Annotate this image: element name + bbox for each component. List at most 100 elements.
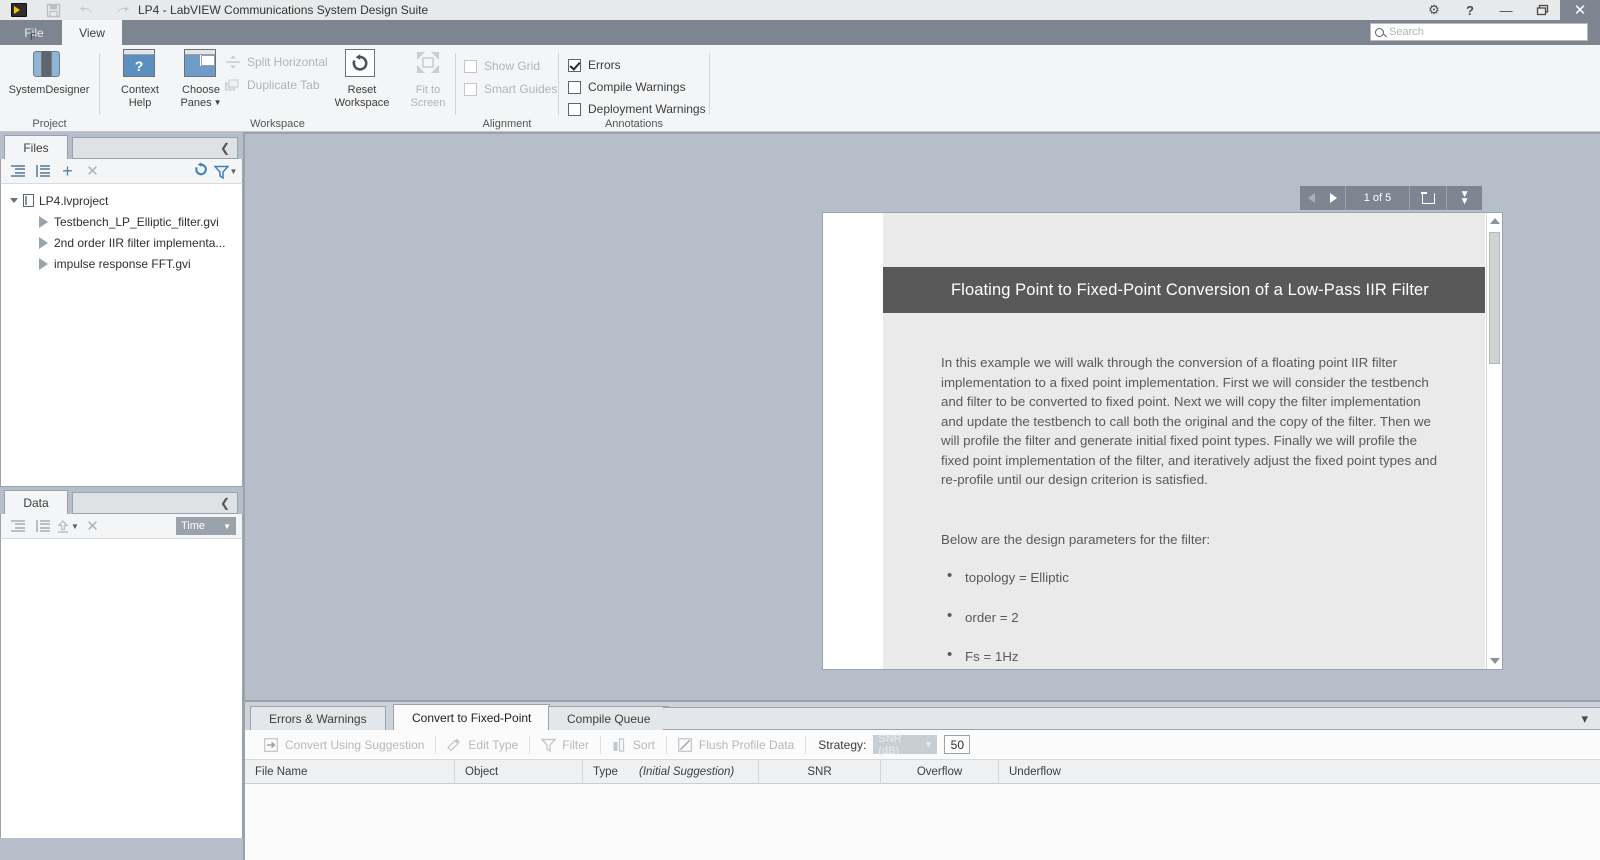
duplicate-tab-icon [225,78,241,92]
expand-triangle-icon[interactable] [5,198,23,203]
show-hierarchy-button[interactable] [5,160,30,183]
tree-item-gvi-3[interactable]: impulse response FFT.gvi [1,253,242,274]
dock-sort-button[interactable]: Sort [601,730,666,760]
context-help-label-2: Help [128,97,152,109]
search-placeholder: Search [1389,26,1424,38]
dock-toolbar: Convert Using Suggestion Edit Type Filte… [245,730,1600,760]
dock-filter-label: Filter [562,737,589,752]
deployment-warnings-label: Deployment Warnings [588,102,706,116]
smart-guides-label: Smart Guides [484,82,558,96]
column-header-file-name[interactable]: File Name [245,759,455,784]
application-window: LP4 - LabVIEW Communications System Desi… [0,0,1600,860]
refresh-button[interactable] [188,160,213,183]
tab-view[interactable]: View [62,20,122,45]
chevron-left-icon[interactable]: ❮ [220,496,230,510]
redo-arrow-icon[interactable] [104,0,138,20]
question-mark-icon[interactable]: ? [1452,0,1488,20]
export-data-button[interactable]: ▼ [55,515,80,538]
chevron-down-icon[interactable]: ▾ [1581,711,1588,727]
add-file-button[interactable]: + [55,160,80,183]
strategy-dropdown[interactable]: SNR (dB) ▼ [873,733,938,757]
column-header-overflow[interactable]: Overflow [881,759,999,784]
double-chevron-down-icon: ▼ ▼ [1459,189,1470,207]
gear-icon[interactable]: ⚙ [1416,0,1452,20]
scroll-down-button[interactable] [1487,653,1503,669]
duplicate-tab-button[interactable]: Duplicate Tab [225,76,320,94]
results-table-body[interactable] [245,784,1600,860]
close-icon[interactable]: ✕ [1560,0,1600,20]
caret-down-icon: ▼ [223,521,231,531]
labview-logo-icon[interactable] [2,0,36,20]
convert-using-suggestion-button[interactable]: Convert Using Suggestion [253,730,435,760]
prev-page-button[interactable] [1300,186,1323,210]
project-icon [23,194,34,207]
data-list-button[interactable] [30,515,55,538]
document-paragraph-1: In this example we will walk through the… [941,355,1437,487]
workspace-canvas[interactable]: 1 of 5 ▼ ▼ Floating Point to Fixed-Point … [243,132,1600,700]
data-panel-tabrest: ❮ [72,492,238,514]
split-horizontal-button[interactable]: Split Horizontal [225,53,328,71]
files-tree[interactable]: LP4.lvproject Testbench_LP_Elliptic_filt… [0,184,243,487]
dock-tabstrip-filler: ▾ [663,707,1600,730]
tab-files[interactable]: Files [4,135,68,159]
more-options-button[interactable]: ▼ ▼ [1447,186,1482,210]
data-hierarchy-button[interactable] [5,515,30,538]
delete-data-button[interactable]: ✕ [80,515,105,538]
system-designer-button[interactable]: SystemDesigner [9,49,89,96]
edit-type-icon [447,738,462,752]
ribbon-tab-strip: File F View Search [0,20,1600,45]
tab-errors-warnings[interactable]: Errors & Warnings [250,706,386,730]
dock-filter-button[interactable]: Filter [530,730,600,760]
next-page-button[interactable] [1323,186,1346,210]
choose-panes-icon [184,49,218,81]
column-header-type[interactable]: Type [583,760,635,784]
data-list[interactable] [0,539,243,860]
funnel-icon [212,165,230,179]
save-icon[interactable] [36,0,70,20]
caret-down-icon: ▼ [71,521,79,531]
scrollbar-thumb[interactable] [1489,232,1500,364]
minimize-icon[interactable]: — [1488,0,1524,20]
tab-convert-to-fixed-point[interactable]: Convert to Fixed-Point [393,704,551,730]
chevron-left-icon[interactable]: ❮ [220,141,230,155]
tree-item-gvi-2[interactable]: 2nd order IIR filter implementa... [1,232,242,253]
edit-type-button[interactable]: Edit Type [436,730,529,760]
restore-icon[interactable] [1524,0,1560,20]
upload-icon [56,519,69,533]
convert-suggestion-icon [264,737,279,752]
bullet-list-icon [35,164,50,178]
compile-warnings-checkbox[interactable]: Compile Warnings [568,78,686,96]
tab-compile-queue[interactable]: Compile Queue [548,706,670,730]
tab-data[interactable]: Data [4,490,68,514]
document-left-margin [823,213,883,669]
group-label-project: Project [32,118,67,130]
deployment-warnings-checkbox[interactable]: Deployment Warnings [568,100,706,118]
document-pager-toolbar: 1 of 5 ▼ ▼ [1300,186,1482,210]
show-flat-list-button[interactable] [30,160,55,183]
checkbox-box-deployment-warnings [568,102,581,116]
document-scrollbar[interactable] [1486,213,1502,669]
context-help-label-1: Context [121,84,159,96]
errors-checkbox[interactable]: Errors [568,56,621,74]
fit-to-screen-icon [411,49,445,81]
pop-out-button[interactable] [1410,186,1447,210]
tree-item-gvi-1[interactable]: Testbench_LP_Elliptic_filter.gvi [1,211,242,232]
column-header-snr[interactable]: SNR [759,759,881,784]
undo-arrow-icon[interactable] [70,0,104,20]
data-view-dropdown[interactable]: Time ▼ [176,517,236,535]
column-header-object[interactable]: Object [455,759,583,784]
tree-item-project[interactable]: LP4.lvproject [1,190,242,211]
smart-guides-checkbox[interactable]: Smart Guides [464,80,557,98]
fit-to-screen-label-1: Fit to [415,84,441,96]
filter-button[interactable]: ▼ [212,160,238,183]
search-input[interactable]: Search [1370,23,1588,41]
flush-profile-data-button[interactable]: Flush Profile Data [667,730,805,760]
column-header-underflow[interactable]: Underflow [999,760,1121,784]
scroll-up-button[interactable] [1487,213,1503,229]
strategy-label: Strategy: [818,737,867,752]
files-panel-tabrest: ❮ [72,137,238,159]
show-grid-checkbox[interactable]: Show Grid [464,57,540,75]
remove-file-button[interactable]: ✕ [80,160,105,183]
column-header-initial-suggestion[interactable]: (Initial Suggestion) [635,759,759,784]
strategy-value-input[interactable]: 50 [944,735,971,754]
